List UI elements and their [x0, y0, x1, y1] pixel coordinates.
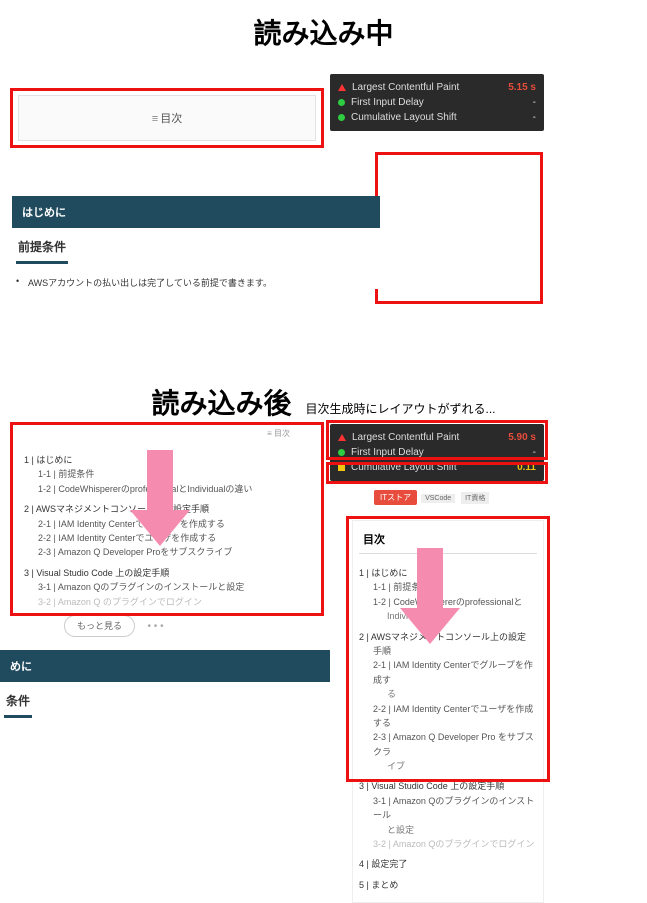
- perf-lcp-value: 5.15 s: [506, 82, 536, 93]
- perf-fid-row: First Input Delay -: [338, 95, 536, 110]
- store-button[interactable]: ITストア: [374, 490, 417, 505]
- title-loaded: 読み込み後: [151, 382, 291, 422]
- toc-item-wrap: と設定: [387, 823, 537, 837]
- toc-item[interactable]: 5 | まとめ: [359, 878, 537, 892]
- toc-item[interactable]: 3-1 | Amazon Qのプラグインのインストール: [373, 794, 537, 823]
- toc-item[interactable]: 3-2 | Amazon Qのプラグインでログイン: [373, 837, 537, 851]
- dots-icon: • • •: [148, 621, 164, 632]
- tag-it-cert[interactable]: IT資格: [461, 492, 489, 504]
- subheading-prereq-partial: 条件: [4, 682, 32, 718]
- perf-cls-row: Cumulative Layout Shift -: [338, 110, 536, 125]
- perf-cls-label: Cumulative Layout Shift: [351, 112, 500, 123]
- highlight-perf-top: [326, 420, 548, 460]
- circle-green-icon: [338, 114, 345, 121]
- arrow-down-icon: [130, 450, 190, 546]
- perf-lcp-label: Largest Contentful Paint: [352, 82, 500, 93]
- article-intro-section: はじめに 前提条件 AWSアカウントの払い出しは完了している前提で書きます。: [12, 196, 380, 289]
- article-intro-section-shifted: めに 条件: [0, 650, 330, 722]
- perf-fid-value: -: [506, 97, 536, 108]
- highlight-toc-button: [10, 88, 324, 148]
- arrow-down-icon: [400, 548, 460, 644]
- bullet-prereq: AWSアカウントの払い出しは完了している前提で書きます。: [12, 268, 380, 289]
- heading-intro: はじめに: [12, 196, 380, 228]
- highlight-empty-sidebar: [375, 152, 543, 304]
- title-loading: 読み込み中: [0, 0, 647, 70]
- circle-green-icon: [338, 99, 345, 106]
- subtitle-loaded: 目次生成時にレイアウトがずれる...: [306, 400, 496, 417]
- triangle-up-red-icon: [338, 84, 346, 91]
- tag-vscode[interactable]: VSCode: [421, 494, 455, 503]
- perf-cls-value: -: [506, 112, 536, 123]
- highlight-cls-row: [326, 462, 548, 484]
- sidebar-tags-row: ITストア VSCode IT資格: [374, 490, 491, 505]
- perf-lcp-row: Largest Contentful Paint 5.15 s: [338, 80, 536, 95]
- toc-item[interactable]: 4 | 設定完了: [359, 857, 537, 871]
- heading-intro-partial: めに: [0, 650, 330, 682]
- toc-more-button[interactable]: もっと見る: [64, 615, 135, 637]
- perf-fid-label: First Input Delay: [351, 97, 500, 108]
- subheading-prereq: 前提条件: [16, 228, 68, 264]
- perf-panel-loading: Largest Contentful Paint 5.15 s First In…: [330, 74, 544, 131]
